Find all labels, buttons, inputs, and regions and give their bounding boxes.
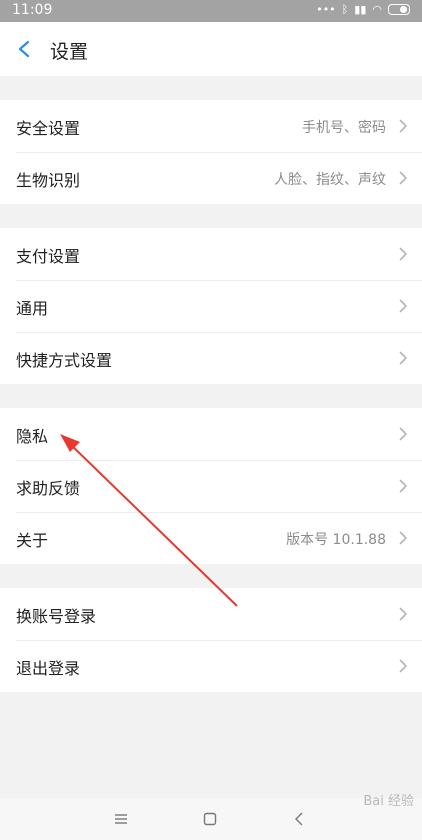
chevron-right-icon: [399, 171, 408, 185]
chevron-right-icon: [399, 351, 408, 365]
row-value: 版本号 10.1.88: [286, 532, 386, 548]
chevron-right-icon: [399, 299, 408, 313]
watermark: Bai 经验: [363, 794, 414, 809]
home-icon[interactable]: [203, 812, 217, 826]
settings-row-privacy[interactable]: 隐私: [0, 408, 422, 460]
chevron-right-icon: [399, 119, 408, 133]
status-icons: ••• ᛒ ▮▮ ◠: [316, 3, 410, 16]
wifi-icon: ◠: [372, 3, 382, 16]
row-label: 关于: [16, 531, 49, 550]
settings-row-logout[interactable]: 退出登录: [0, 640, 422, 692]
row-label: 退出登录: [16, 659, 81, 678]
nav-back-icon[interactable]: [292, 811, 306, 827]
chevron-right-icon: [399, 479, 408, 493]
system-nav-bar: [0, 798, 422, 840]
settings-row-switch-account[interactable]: 换账号登录: [0, 588, 422, 640]
back-arrow-icon[interactable]: [14, 38, 36, 60]
row-value: 手机号、密码: [302, 120, 386, 136]
settings-row-payment[interactable]: 支付设置: [0, 228, 422, 280]
chevron-right-icon: [399, 607, 408, 621]
row-label: 安全设置: [16, 119, 81, 138]
settings-row-about[interactable]: 关于 版本号 10.1.88: [0, 512, 422, 564]
chevron-right-icon: [399, 531, 408, 545]
row-label: 求助反馈: [16, 479, 81, 498]
status-bar: 11:09 ••• ᛒ ▮▮ ◠: [0, 0, 422, 22]
battery-icon: [388, 4, 410, 15]
header: 设置: [0, 22, 422, 76]
row-label: 隐私: [16, 427, 49, 446]
chevron-right-icon: [399, 427, 408, 441]
chevron-right-icon: [399, 659, 408, 673]
row-value: 人脸、指纹、声纹: [274, 172, 386, 188]
chevron-right-icon: [399, 247, 408, 261]
settings-row-feedback[interactable]: 求助反馈: [0, 460, 422, 512]
bluetooth-icon: ᛒ: [341, 3, 349, 16]
settings-row-biometrics[interactable]: 生物识别 人脸、指纹、声纹: [0, 152, 422, 204]
row-label: 通用: [16, 299, 49, 318]
row-label: 支付设置: [16, 247, 81, 266]
settings-group-privacy: 隐私 求助反馈 关于 版本号 10.1.88: [0, 408, 422, 564]
settings-group-security: 安全设置 手机号、密码 生物识别 人脸、指纹、声纹: [0, 100, 422, 204]
menu-icon[interactable]: [114, 812, 128, 826]
settings-group-account: 换账号登录 退出登录: [0, 588, 422, 692]
settings-row-shortcuts[interactable]: 快捷方式设置: [0, 332, 422, 384]
row-label: 换账号登录: [16, 607, 97, 626]
settings-row-general[interactable]: 通用: [0, 280, 422, 332]
row-label: 快捷方式设置: [16, 351, 113, 370]
page-title: 设置: [50, 41, 89, 63]
more-icon: •••: [316, 3, 336, 16]
settings-group-general: 支付设置 通用 快捷方式设置: [0, 228, 422, 384]
status-time: 11:09: [12, 2, 53, 18]
row-label: 生物识别: [16, 171, 81, 190]
signal-icon: ▮▮: [354, 3, 367, 16]
settings-row-security[interactable]: 安全设置 手机号、密码: [0, 100, 422, 152]
